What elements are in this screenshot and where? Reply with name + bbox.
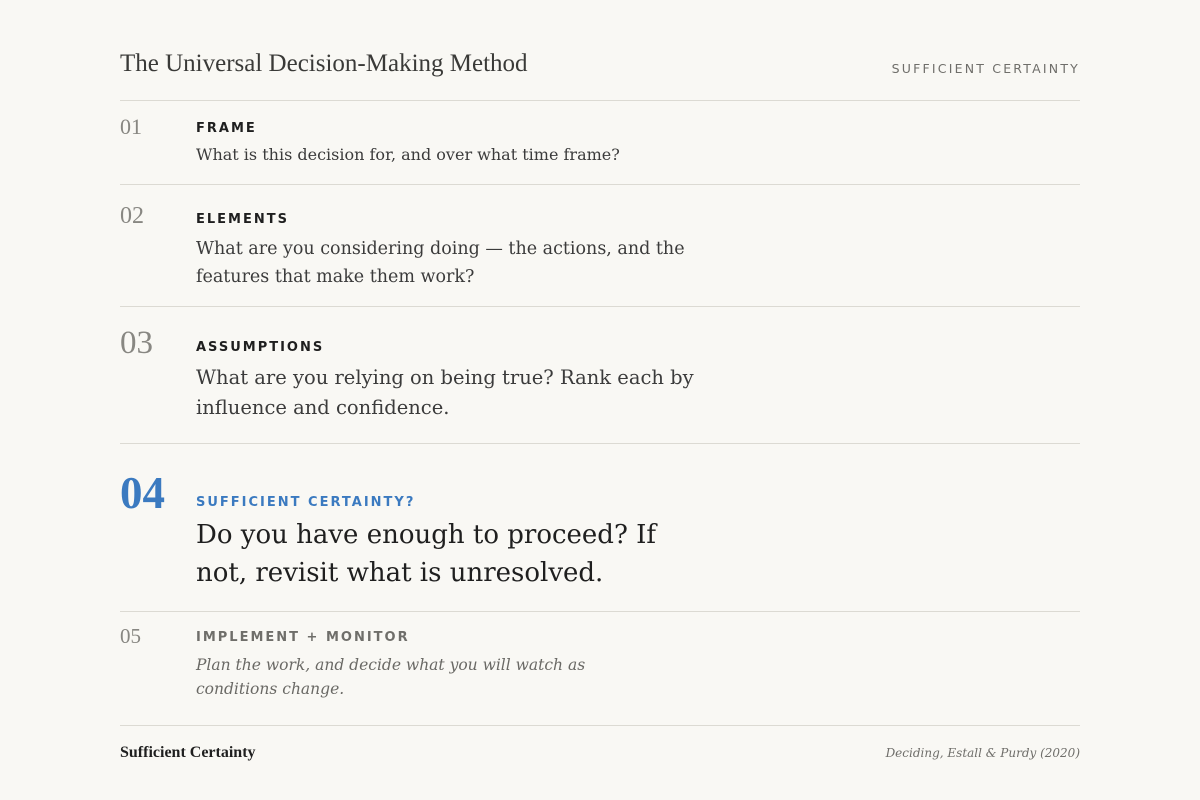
step-description: Plan the work, and decide what you will … xyxy=(196,656,586,698)
header-tag: SUFFICIENT CERTAINTY xyxy=(891,61,1080,76)
step-description: Do you have enough to proceed? If not, r… xyxy=(196,520,657,588)
footer-title: Sufficient Certainty xyxy=(120,744,256,761)
step-description: What is this decision for, and over what… xyxy=(196,145,620,164)
step-frame: 01 FRAME What is this decision for, and … xyxy=(120,100,1080,185)
step-assumptions: 03 ASSUMPTIONS What are you relying on b… xyxy=(120,307,1080,444)
step-label: IMPLEMENT + MONITOR xyxy=(196,630,410,645)
step-label: ELEMENTS xyxy=(196,212,289,227)
header: The Universal Decision-Making Method SUF… xyxy=(120,0,1080,101)
step-sufficient-certainty: 04 SUFFICIENT CERTAINTY? Do you have eno… xyxy=(120,444,1080,612)
step-number: 02 xyxy=(120,203,144,229)
step-number: 05 xyxy=(120,624,141,648)
step-label: FRAME xyxy=(196,121,257,136)
page-title: The Universal Decision-Making Method xyxy=(120,50,528,77)
step-number: 01 xyxy=(120,114,142,139)
step-number: 04 xyxy=(120,468,165,518)
page: The Universal Decision-Making Method SUF… xyxy=(120,0,1080,800)
footer-citation: Deciding, Estall & Purdy (2020) xyxy=(885,746,1080,760)
step-implement-monitor: 05 IMPLEMENT + MONITOR Plan the work, an… xyxy=(120,612,1080,726)
step-label: SUFFICIENT CERTAINTY? xyxy=(196,495,416,510)
step-description: What are you relying on being true? Rank… xyxy=(196,366,694,419)
step-label: ASSUMPTIONS xyxy=(196,340,325,355)
step-description: What are you considering doing — the act… xyxy=(196,239,685,287)
step-number: 03 xyxy=(120,325,153,361)
step-elements: 02 ELEMENTS What are you considering doi… xyxy=(120,185,1080,307)
